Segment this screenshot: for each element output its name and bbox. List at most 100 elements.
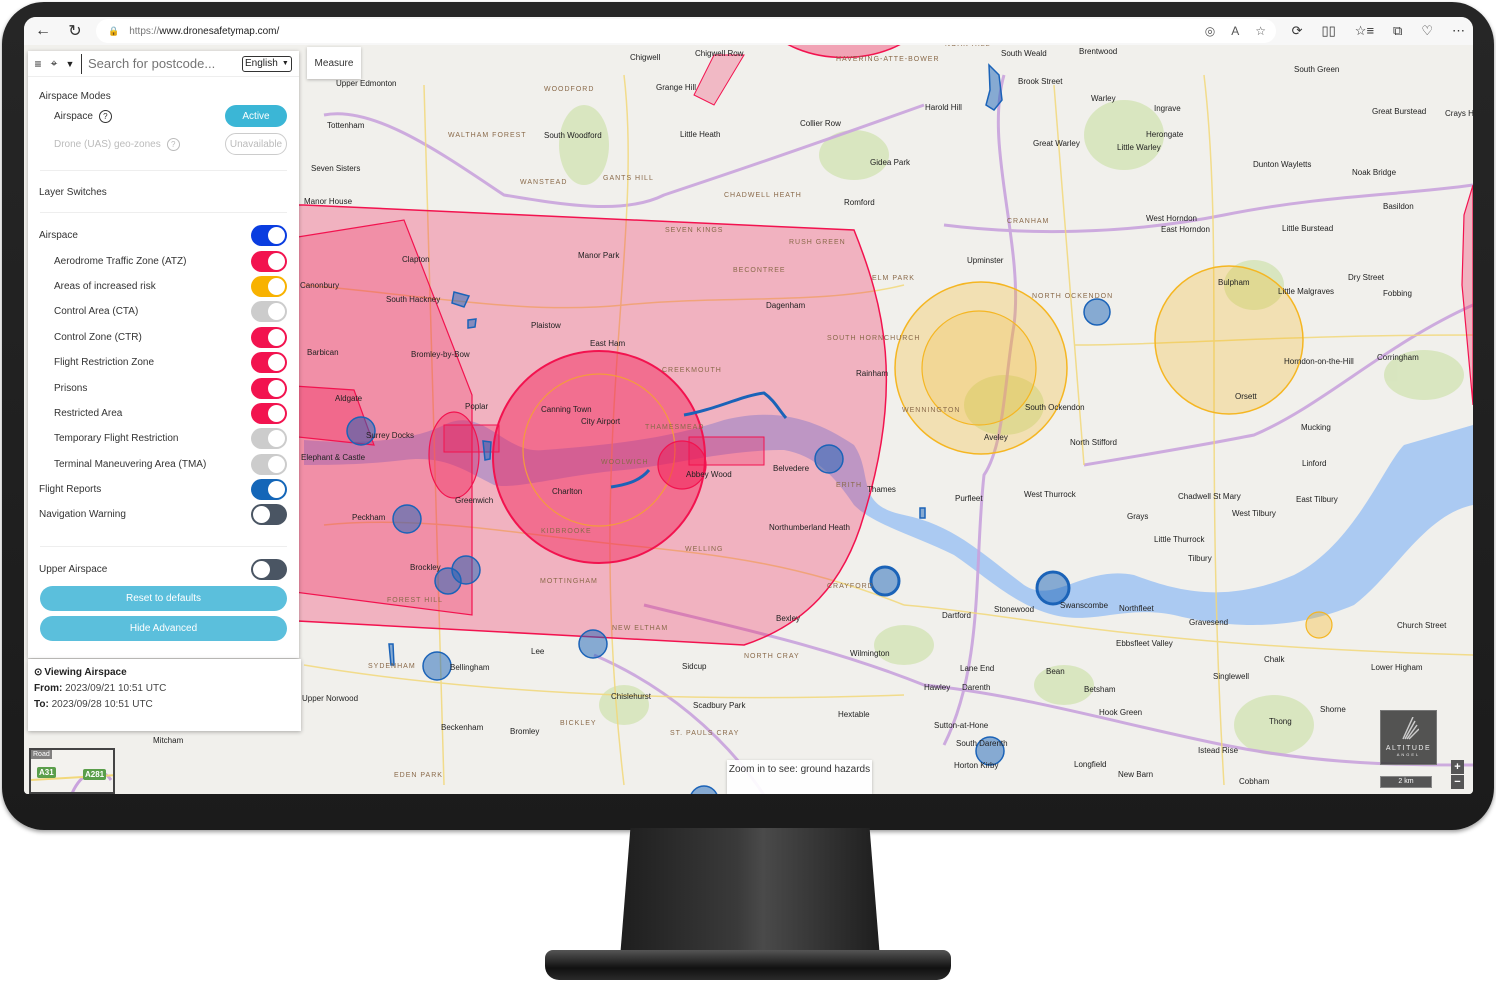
place-label: East Tilbury <box>1296 495 1338 504</box>
layer-toggle[interactable] <box>251 453 287 475</box>
place-label: West Thurrock <box>1024 490 1076 499</box>
health-icon[interactable]: ♡ <box>1421 23 1433 39</box>
place-label: Elephant & Castle <box>301 453 366 462</box>
place-label: Scadbury Park <box>693 701 746 710</box>
favorite-icon[interactable]: ☆ <box>1255 24 1266 38</box>
ground-hazards-note: Zoom in to see: ground hazards <box>727 760 872 794</box>
chigwell-row-zone <box>693 54 745 106</box>
place-label: Little Malgraves <box>1278 287 1335 296</box>
flight-report <box>392 504 422 534</box>
geozones-unavailable-button: Unavailable <box>225 133 287 155</box>
mode-label: Drone (UAS) geo-zones <box>54 138 161 150</box>
place-label: South Darenth <box>956 739 1008 748</box>
district-label: Woodford <box>544 86 595 93</box>
extensions-icon[interactable]: ⟳ <box>1292 23 1303 39</box>
favorites-icon[interactable]: ☆≡ <box>1355 23 1374 39</box>
hide-advanced-button[interactable]: Hide Advanced <box>40 616 287 642</box>
url-text: https://www.dronesafetymap.com/ <box>129 25 280 37</box>
district-label: Chadwell Heath <box>724 192 802 199</box>
flight-report-polygon <box>919 507 926 519</box>
minimap-road[interactable]: Road A31 A281 <box>29 748 115 794</box>
district-label: Cranham <box>1007 218 1050 225</box>
layer-label: Navigation Warning <box>39 509 126 521</box>
language-select[interactable]: English ▼ <box>242 55 292 72</box>
layer-row: Aerodrome Traffic Zone (ATZ) <box>28 248 299 273</box>
monitor-frame: ← ↻ 🔒 https://www.dronesafetymap.com/ ◎ … <box>0 0 1496 982</box>
browser-tools: ⟳ ▯▯ ☆≡ ⧉ ♡ ⋯ <box>1292 17 1465 45</box>
place-label: Grays <box>1127 512 1149 521</box>
place-label: Ingrave <box>1154 104 1181 113</box>
place-label: Purfleet <box>955 494 983 503</box>
zoom-in-button[interactable]: + <box>1451 760 1464 774</box>
filter-icon[interactable]: ▼ <box>62 59 78 69</box>
toggle-knob <box>268 481 285 499</box>
risk-gravesend <box>1305 611 1333 639</box>
layer-label: Restricted Area <box>54 407 123 419</box>
postcode-search-input[interactable] <box>81 53 236 74</box>
menu-icon[interactable]: ≡ <box>30 57 46 71</box>
address-bar[interactable]: 🔒 https://www.dronesafetymap.com/ ◎ A ☆ <box>96 19 1276 43</box>
panel-toolbar: ≡ ⌖ ▼ English ▼ <box>28 51 299 77</box>
place-label: Herongate <box>1146 130 1184 139</box>
place-label: Gidea Park <box>870 158 911 167</box>
place-label: Cobham <box>1239 777 1270 786</box>
place-label: South Weald <box>1001 49 1047 58</box>
place-label: Brentwood <box>1079 47 1118 56</box>
chevron-down-icon: ▼ <box>281 60 289 67</box>
layer-toggle[interactable] <box>251 504 287 526</box>
place-label: Brockley <box>410 563 441 572</box>
place-label: Lane End <box>960 664 995 673</box>
measure-button[interactable]: Measure <box>307 47 361 79</box>
layer-toggle[interactable] <box>251 377 287 399</box>
viewing-airspace-box: ⊙ Viewing Airspace From: 2023/09/21 10:51… <box>28 659 301 731</box>
upper-airspace-toggle[interactable] <box>251 558 287 580</box>
place-label: Harold Hill <box>925 103 962 112</box>
help-icon[interactable]: ? <box>98 109 112 123</box>
road-shield: A281 <box>83 769 107 780</box>
district-label: St. Pauls Cray <box>670 730 740 737</box>
place-label: Crays Hill <box>1445 109 1473 118</box>
refresh-icon[interactable]: ↻ <box>62 18 88 44</box>
place-label: Dunton Wayletts <box>1253 160 1312 169</box>
zoom-out-button[interactable]: − <box>1451 775 1464 789</box>
reset-defaults-button[interactable]: Reset to defaults <box>40 586 287 612</box>
layer-toggle[interactable] <box>251 402 287 424</box>
place-label: Basildon <box>1383 202 1414 211</box>
toggle-knob <box>253 560 270 578</box>
airspace-active-button[interactable]: Active <box>225 105 287 127</box>
layer-toggle[interactable] <box>251 352 287 374</box>
scale-bar: 2 km <box>1380 776 1432 788</box>
layer-label: Flight Reports <box>39 484 102 496</box>
place-label: Church Street <box>1397 621 1447 630</box>
layer-toggle[interactable] <box>251 428 287 450</box>
more-icon[interactable]: ⋯ <box>1452 23 1465 39</box>
layer-toggle[interactable] <box>251 250 287 272</box>
layer-row: Airspace <box>28 223 299 248</box>
place-label: Bexley <box>776 614 801 623</box>
layer-row: Temporary Flight Restriction <box>28 426 299 451</box>
layer-toggle[interactable] <box>251 326 287 348</box>
toggle-knob <box>268 252 285 270</box>
layer-toggle[interactable] <box>251 479 287 501</box>
place-label: Peckham <box>352 513 386 522</box>
layer-toggle[interactable] <box>251 275 287 297</box>
location-icon[interactable]: ◎ <box>1205 24 1215 38</box>
district-label: Kidbrooke <box>541 528 592 535</box>
split-screen-icon[interactable]: ▯▯ <box>1321 23 1335 39</box>
flight-report <box>690 785 718 794</box>
read-aloud-icon[interactable]: A <box>1231 24 1239 38</box>
layer-toggle[interactable] <box>251 225 287 247</box>
collections-icon[interactable]: ⧉ <box>1393 23 1402 39</box>
layer-row-upper-airspace: Upper Airspace <box>28 557 299 582</box>
locate-icon[interactable]: ⌖ <box>46 56 62 71</box>
district-label: North Ockendon <box>1032 293 1114 300</box>
place-label: Chislehurst <box>611 692 652 701</box>
place-label: Bromley-by-Bow <box>411 350 470 359</box>
place-label: Plaistow <box>531 321 561 330</box>
back-icon[interactable]: ← <box>30 18 56 44</box>
layer-toggle[interactable] <box>251 301 287 323</box>
place-label: Gravesend <box>1189 618 1229 627</box>
place-label: Little Burstead <box>1282 224 1334 233</box>
help-icon[interactable]: ? <box>166 137 180 151</box>
place-label: Chadwell St Mary <box>1178 492 1241 501</box>
